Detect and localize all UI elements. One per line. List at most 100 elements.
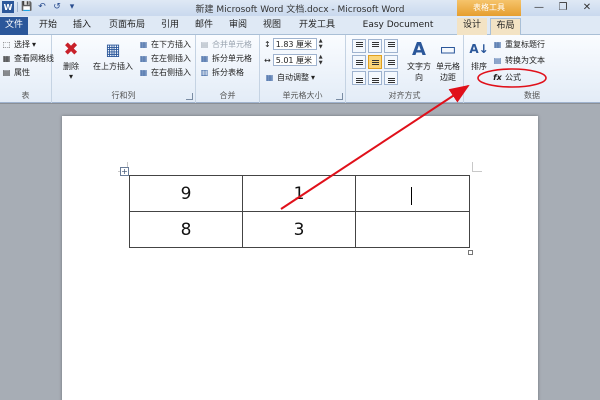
- insert-left-button[interactable]: ▦ 在左侧插入: [138, 52, 191, 65]
- alignment-buttons: [352, 39, 398, 85]
- view-gridlines-button[interactable]: ▦ 查看网格线: [1, 52, 54, 65]
- text-direction-icon: A: [412, 38, 426, 60]
- table-cell[interactable]: 3: [242, 211, 356, 248]
- title-bar: W 💾 ↶ ↺ ▾ 新建 Microsoft Word 文档.docx - Mi…: [0, 0, 600, 16]
- restore-button[interactable]: ❐: [552, 0, 574, 14]
- tab-layout[interactable]: 布局: [490, 18, 521, 35]
- convert-to-text-icon: ▤: [493, 56, 502, 65]
- table-cell[interactable]: 8: [129, 211, 243, 248]
- properties-button[interactable]: ▤ 属性: [1, 66, 30, 79]
- split-table-icon: ▥: [200, 68, 209, 77]
- align-middle-right-button[interactable]: [384, 55, 398, 69]
- formula-button[interactable]: fx 公式: [492, 71, 521, 84]
- sort-icon: A↓: [469, 42, 489, 56]
- table-move-handle[interactable]: +: [120, 167, 129, 176]
- insert-right-button[interactable]: ▦ 在右侧插入: [138, 66, 191, 79]
- gridlines-icon: ▦: [2, 54, 11, 63]
- repeat-header-rows-button[interactable]: ▦ 重复标题行: [492, 38, 545, 51]
- convert-to-text-button[interactable]: ▤ 转换为文本: [492, 54, 545, 67]
- align-top-center-button[interactable]: [368, 39, 382, 53]
- row-height-value[interactable]: 1.83 厘米: [272, 38, 317, 50]
- cell-margins-icon: ▭: [439, 38, 457, 60]
- text-cursor: [411, 187, 412, 205]
- row-height-spinner[interactable]: ↕ 1.83 厘米 ▲ ▼: [264, 38, 326, 50]
- merge-cells-button[interactable]: ▤ 合并单元格: [199, 38, 252, 51]
- merge-cells-icon: ▤: [200, 40, 209, 49]
- margin-mark-top-right: [472, 162, 482, 172]
- autofit-button[interactable]: ▦ 自动调整 ▾: [264, 71, 315, 84]
- select-icon: ⬚: [2, 40, 11, 49]
- align-bottom-right-button[interactable]: [384, 71, 398, 85]
- group-alignment: A 文字方向 ▭ 单元格 边距 对齐方式: [346, 35, 464, 103]
- document-table[interactable]: 9 1 8 3: [129, 175, 470, 248]
- properties-icon: ▤: [2, 68, 11, 77]
- tab-page-layout[interactable]: 页面布局: [104, 18, 150, 35]
- group-label-cell-size: 单元格大小: [282, 91, 323, 100]
- group-label-rows-columns: 行和列: [111, 91, 136, 100]
- split-cells-icon: ▦: [200, 54, 209, 63]
- group-cell-size: ↕ 1.83 厘米 ▲ ▼ ↔ 5.01 厘米 ▲ ▼ ▦ 自动调整 ▾ 单元格大小: [260, 35, 346, 103]
- align-bottom-left-button[interactable]: [352, 71, 366, 85]
- insert-above-icon: ▦: [105, 39, 121, 59]
- row-height-arrows[interactable]: ▲ ▼: [319, 38, 326, 50]
- rows-columns-dialog-launcher[interactable]: [186, 93, 193, 100]
- split-cells-button[interactable]: ▦ 拆分单元格: [199, 52, 252, 65]
- group-rows-columns: ✖ 删除 ▾ ▦ 在上方插入 ▦ 在下方插入 ▦ 在左侧插入 ▦ 在右侧插入 行和…: [52, 35, 196, 103]
- group-label-alignment: 对齐方式: [388, 91, 421, 100]
- autofit-icon: ▦: [265, 73, 274, 82]
- align-middle-center-button[interactable]: [368, 55, 382, 69]
- ribbon-tab-bar: 文件 开始 插入 页面布局 引用 邮件 审阅 视图 开发工具 Easy Docu…: [0, 16, 600, 45]
- cell-size-dialog-launcher[interactable]: [336, 93, 343, 100]
- group-table: ⬚ 选择 ▾ ▦ 查看网格线 ▤ 属性 表: [0, 35, 54, 103]
- tab-home[interactable]: 开始: [34, 18, 62, 35]
- document-area[interactable]: + 9 1 8 3: [0, 104, 600, 400]
- formula-icon: fx: [493, 73, 502, 82]
- tab-design[interactable]: 设计: [457, 18, 487, 35]
- align-middle-left-button[interactable]: [352, 55, 366, 69]
- tab-review[interactable]: 审阅: [224, 18, 252, 35]
- table-cell[interactable]: 1: [242, 175, 356, 212]
- sort-button[interactable]: A↓ 排序: [468, 37, 490, 72]
- tab-insert[interactable]: 插入: [68, 18, 96, 35]
- tab-developer[interactable]: 开发工具: [294, 18, 340, 35]
- insert-above-button[interactable]: ▦ 在上方插入: [90, 37, 136, 72]
- split-table-button[interactable]: ▥ 拆分表格: [199, 66, 244, 79]
- row-height-icon: ↕: [264, 39, 271, 49]
- group-label-data: 数据: [524, 91, 540, 100]
- group-label-merge: 合并: [219, 91, 236, 100]
- insert-left-icon: ▦: [139, 54, 148, 63]
- insert-below-button[interactable]: ▦ 在下方插入: [138, 38, 191, 51]
- align-top-left-button[interactable]: [352, 39, 366, 53]
- document-page[interactable]: + 9 1 8 3: [62, 116, 538, 400]
- text-direction-button[interactable]: A 文字方向: [404, 37, 434, 83]
- group-data: A↓ 排序 ▦ 重复标题行 ▤ 转换为文本 fx 公式 数据: [464, 35, 600, 103]
- delete-icon: ✖: [63, 38, 79, 60]
- cell-margins-button[interactable]: ▭ 单元格 边距: [434, 37, 462, 83]
- tab-mailings[interactable]: 邮件: [190, 18, 218, 35]
- insert-right-icon: ▦: [139, 68, 148, 77]
- tab-file[interactable]: 文件: [0, 17, 28, 35]
- column-width-icon: ↔: [264, 55, 271, 65]
- close-button[interactable]: ✕: [576, 0, 598, 14]
- column-width-spinner[interactable]: ↔ 5.01 厘米 ▲ ▼: [264, 54, 326, 66]
- select-button[interactable]: ⬚ 选择 ▾: [1, 38, 36, 51]
- table-row: 9 1: [129, 175, 470, 212]
- align-bottom-center-button[interactable]: [368, 71, 382, 85]
- column-width-arrows[interactable]: ▲ ▼: [319, 54, 326, 66]
- minimize-button[interactable]: —: [528, 0, 550, 14]
- column-width-value[interactable]: 5.01 厘米: [272, 54, 317, 66]
- tab-easy-document-creator[interactable]: Easy Document Creator: [346, 18, 450, 45]
- table-row: 8 3: [129, 211, 470, 248]
- table-cell[interactable]: [355, 211, 470, 248]
- insert-below-icon: ▦: [139, 40, 148, 49]
- table-cell[interactable]: 9: [129, 175, 243, 212]
- table-resize-handle[interactable]: [468, 250, 473, 255]
- tab-view[interactable]: 视图: [258, 18, 286, 35]
- ribbon: ⬚ 选择 ▾ ▦ 查看网格线 ▤ 属性 表 ✖ 删除 ▾ ▦ 在上方插入 ▦ 在下方…: [0, 35, 600, 103]
- delete-button[interactable]: ✖ 删除 ▾: [58, 37, 84, 82]
- align-top-right-button[interactable]: [384, 39, 398, 53]
- repeat-header-icon: ▦: [493, 40, 502, 49]
- tab-references[interactable]: 引用: [156, 18, 184, 35]
- group-label-table: 表: [21, 91, 30, 100]
- table-cell[interactable]: [355, 175, 470, 212]
